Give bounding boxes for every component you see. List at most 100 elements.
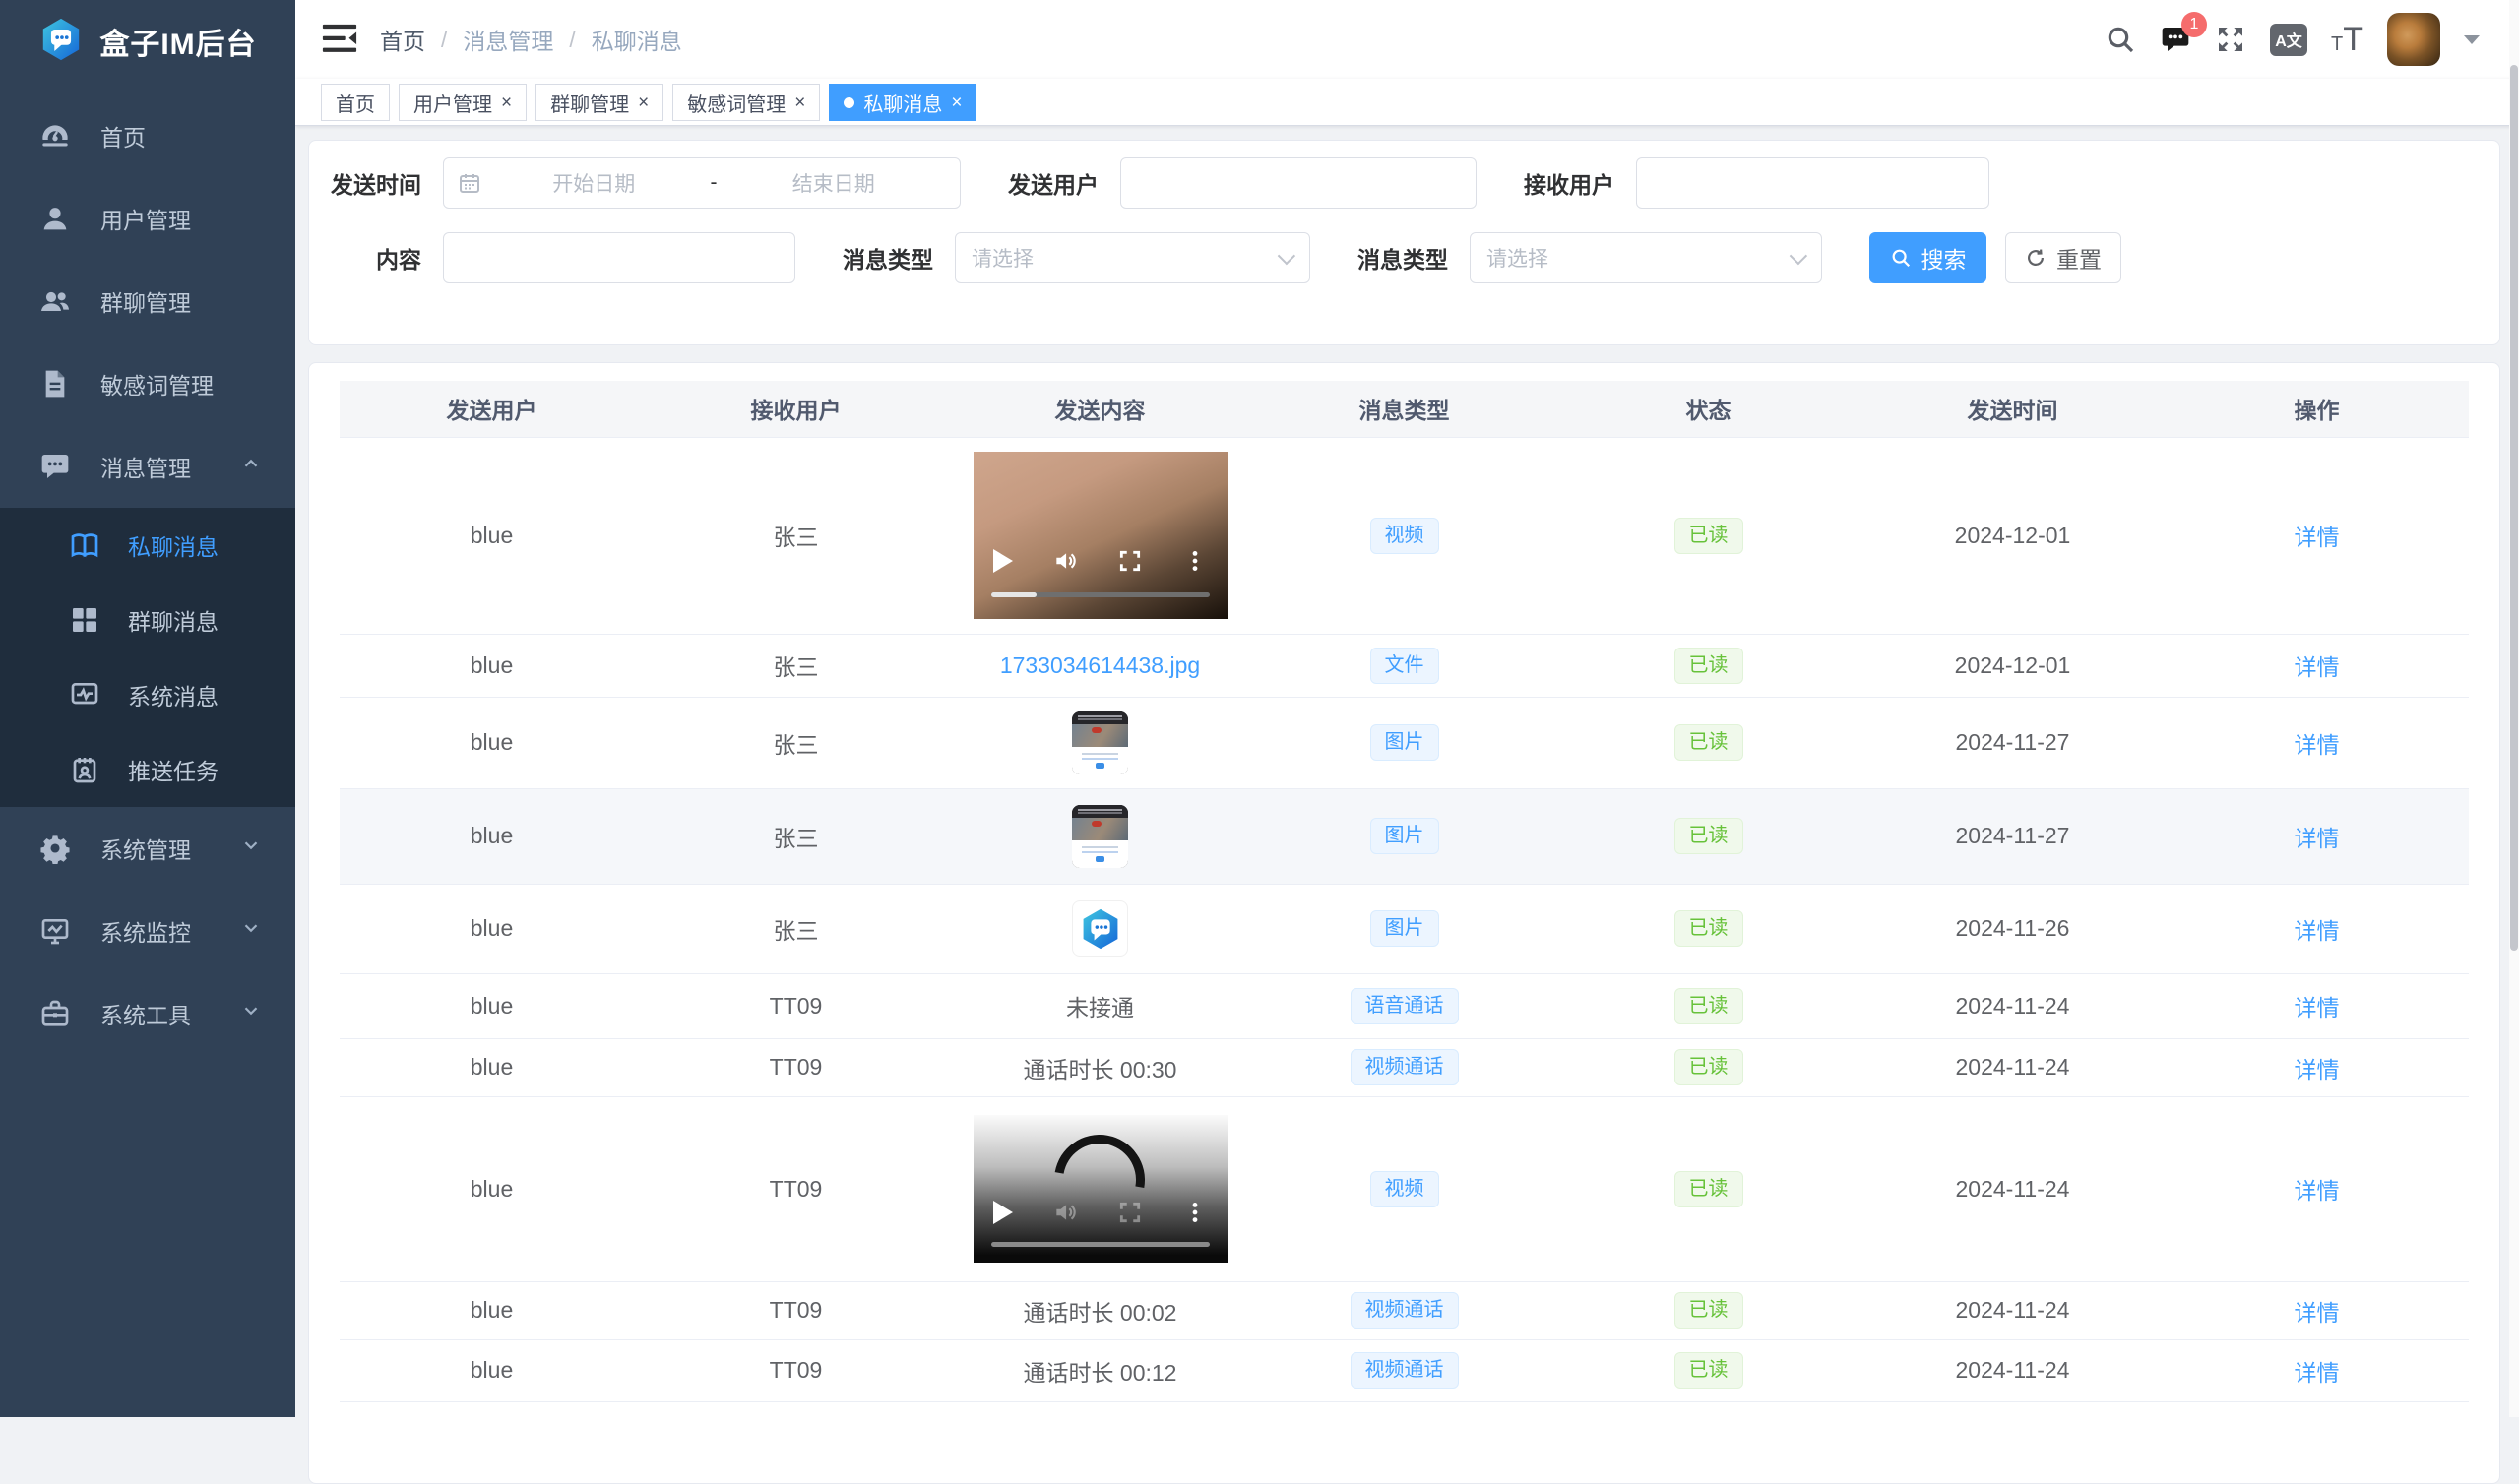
tab-label: 群聊管理 — [550, 89, 629, 117]
detail-link[interactable]: 详情 — [2295, 654, 2340, 680]
detail-link[interactable]: 详情 — [2295, 1057, 2340, 1082]
column-header: 操作 — [2165, 381, 2469, 437]
message-type-tag: 视频 — [1370, 518, 1439, 554]
sidebar-item-home[interactable]: 首页 — [0, 94, 295, 177]
detail-link[interactable]: 详情 — [2295, 995, 2340, 1020]
message-type-select[interactable]: 请选择 — [955, 232, 1310, 283]
file-link[interactable]: 1733034614438.jpg — [1000, 652, 1200, 678]
sidebar-item-system-monitor[interactable]: 系统监控 — [0, 890, 295, 972]
sidebar-item-sensitive-words[interactable]: 敏感词管理 — [0, 342, 295, 425]
volume-icon[interactable] — [1052, 548, 1078, 574]
image-thumbnail[interactable] — [1072, 805, 1128, 868]
send-time-range-picker[interactable]: 开始日期 - 结束日期 — [443, 157, 961, 209]
font-size-icon[interactable]: TT — [2331, 25, 2363, 54]
sidebar-item-message-management[interactable]: 消息管理 — [0, 425, 295, 508]
start-date-input[interactable]: 开始日期 — [481, 168, 707, 198]
video-progress-bar[interactable] — [991, 592, 1210, 597]
search-icon[interactable] — [2105, 24, 2136, 55]
type-cell: 视频 — [1252, 1096, 1556, 1281]
action-cell: 详情 — [2165, 1281, 2469, 1339]
date-range-separator: - — [707, 171, 722, 195]
sidebar-item-group-messages[interactable]: 群聊消息 — [0, 583, 295, 657]
scrollbar-thumb[interactable] — [2510, 65, 2518, 951]
dashboard-icon — [39, 119, 73, 153]
receive-user-label: 接收用户 — [1524, 166, 1614, 200]
sidebar: 盒子IM后台 首页用户管理群聊管理敏感词管理消息管理私聊消息群聊消息系统消息推送… — [0, 0, 295, 1417]
chevron-up-icon — [240, 453, 262, 480]
content-input[interactable] — [443, 232, 795, 283]
sidebar-item-user-management[interactable]: 用户管理 — [0, 177, 295, 260]
tab-close-icon[interactable]: × — [638, 93, 649, 112]
detail-link[interactable]: 详情 — [2295, 525, 2340, 550]
sidebar-item-group-management[interactable]: 群聊管理 — [0, 260, 295, 342]
detail-link[interactable]: 详情 — [2295, 826, 2340, 851]
image-thumbnail[interactable] — [1072, 711, 1128, 774]
status-tag: 已读 — [1674, 910, 1743, 947]
time-cell: 2024-12-01 — [1860, 437, 2165, 634]
status-tag: 已读 — [1674, 724, 1743, 761]
fullscreen-icon[interactable] — [1117, 548, 1143, 574]
status-tag: 已读 — [1674, 1292, 1743, 1329]
receiver-cell: TT09 — [644, 1339, 948, 1401]
content-cell: 通话时长 00:02 — [948, 1281, 1252, 1339]
reset-button[interactable]: 重置 — [2005, 232, 2121, 283]
tab-群聊管理[interactable]: 群聊管理 × — [535, 84, 663, 121]
filter-panel: 发送时间 开始日期 - 结束日期 发送用户 接收用户 内容 — [308, 140, 2500, 345]
tab-close-icon[interactable]: × — [951, 93, 962, 112]
video-player[interactable] — [974, 452, 1228, 619]
message-type2-select[interactable]: 请选择 — [1470, 232, 1822, 283]
tab-用户管理[interactable]: 用户管理× — [399, 84, 527, 121]
sidebar-item-system-messages[interactable]: 系统消息 — [0, 657, 295, 732]
tab-私聊消息[interactable]: 私聊消息× — [829, 84, 976, 121]
detail-link[interactable]: 详情 — [2295, 1360, 2340, 1386]
fullscreen-icon[interactable] — [1117, 1200, 1143, 1225]
message-text: 未接通 — [1066, 995, 1134, 1020]
send-user-input[interactable] — [1120, 157, 1477, 209]
message-notification-icon[interactable]: 1 — [2160, 24, 2191, 55]
search-button[interactable]: 搜索 — [1869, 232, 1986, 283]
play-icon[interactable] — [993, 1201, 1013, 1224]
sender-cell: blue — [340, 634, 644, 697]
time-cell: 2024-12-01 — [1860, 634, 2165, 697]
play-icon[interactable] — [993, 549, 1013, 573]
sidebar-item-label: 群聊消息 — [128, 603, 219, 637]
tab-close-icon[interactable]: × — [501, 93, 512, 112]
app-logo[interactable]: 盒子IM后台 — [0, 0, 295, 83]
volume-icon[interactable] — [1052, 1200, 1078, 1225]
tab-label: 首页 — [336, 89, 375, 117]
message-text: 通话时长 00:30 — [1024, 1057, 1177, 1082]
detail-link[interactable]: 详情 — [2295, 1300, 2340, 1326]
tab-首页[interactable]: 首页 — [321, 84, 390, 121]
receive-user-input[interactable] — [1636, 157, 1989, 209]
sidebar-item-system-tools[interactable]: 系统工具 — [0, 972, 295, 1055]
type-cell: 文件 — [1252, 634, 1556, 697]
receiver-cell: TT09 — [644, 1038, 948, 1096]
sidebar-item-private-messages[interactable]: 私聊消息 — [0, 508, 295, 583]
action-cell: 详情 — [2165, 788, 2469, 884]
sidebar-item-system-admin[interactable]: 系统管理 — [0, 807, 295, 890]
detail-link[interactable]: 详情 — [2295, 918, 2340, 944]
language-switch-icon[interactable]: A文 — [2270, 24, 2307, 56]
detail-link[interactable]: 详情 — [2295, 1178, 2340, 1204]
user-menu-caret-icon[interactable] — [2464, 35, 2480, 44]
sidebar-item-push-tasks[interactable]: 推送任务 — [0, 732, 295, 807]
progress-fill — [991, 592, 1038, 597]
logo-image-thumbnail[interactable] — [1072, 900, 1128, 957]
detail-link[interactable]: 详情 — [2295, 732, 2340, 758]
breadcrumb-item[interactable]: 首页 — [380, 23, 425, 56]
receiver-cell: 张三 — [644, 697, 948, 788]
video-player[interactable] — [974, 1115, 1228, 1263]
page-scrollbar[interactable] — [2509, 0, 2519, 1417]
end-date-input[interactable]: 结束日期 — [722, 168, 947, 198]
tab-close-icon[interactable]: × — [794, 93, 805, 112]
sidebar-item-label: 系统管理 — [100, 832, 191, 865]
fullscreen-icon[interactable] — [2215, 24, 2246, 55]
more-options-icon[interactable] — [1182, 548, 1208, 574]
column-header: 发送时间 — [1860, 381, 2165, 437]
user-avatar[interactable] — [2387, 13, 2440, 66]
tab-敏感词管理[interactable]: 敏感词管理× — [672, 84, 820, 121]
video-progress-bar[interactable] — [991, 1242, 1210, 1247]
more-options-icon[interactable] — [1182, 1200, 1208, 1225]
message-type-tag: 图片 — [1370, 910, 1439, 947]
sidebar-collapse-icon[interactable] — [321, 22, 358, 57]
